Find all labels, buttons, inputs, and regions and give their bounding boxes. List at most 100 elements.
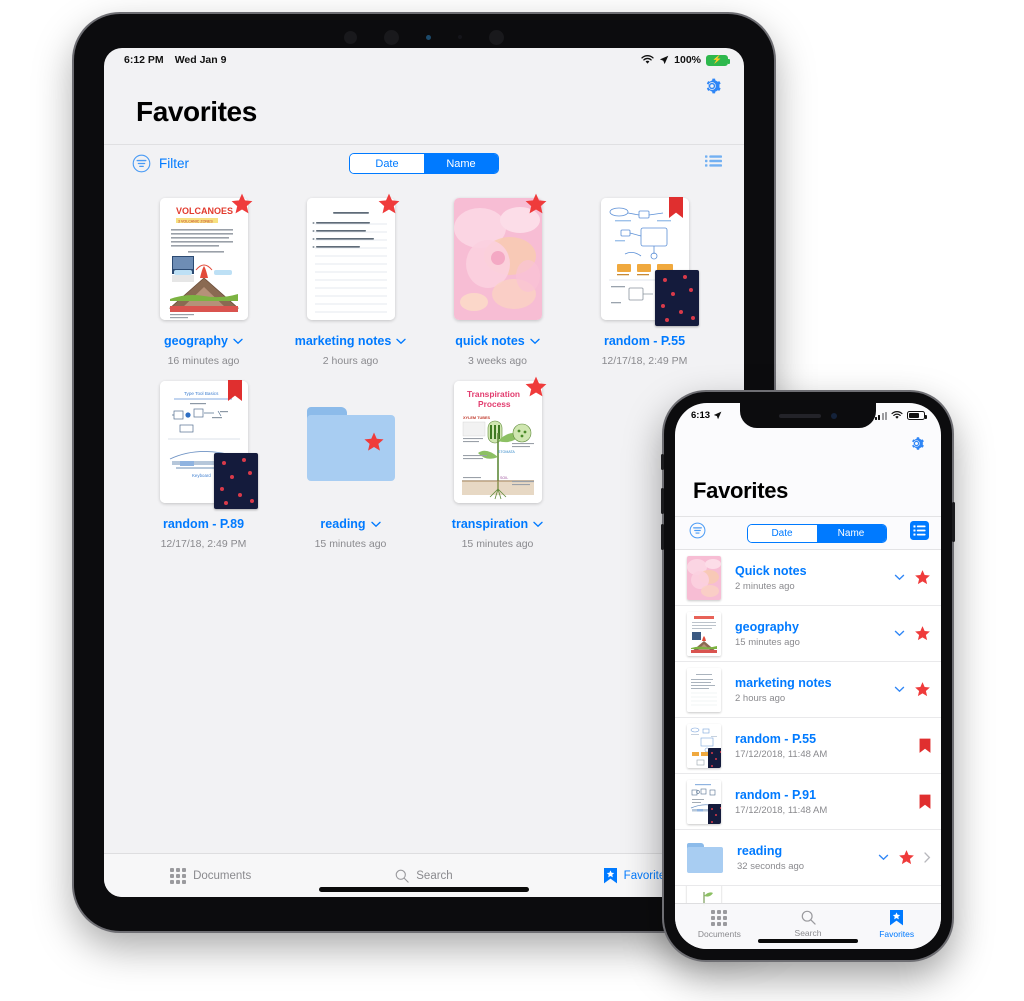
home-indicator[interactable] bbox=[319, 887, 529, 892]
list-item[interactable]: Quick notes 2 minutes ago bbox=[675, 550, 941, 606]
grid-item-name: random - P.55 bbox=[603, 334, 686, 348]
bookmark-icon bbox=[668, 197, 683, 218]
sort-segmented-control[interactable]: Date Name bbox=[746, 523, 887, 543]
tab-search[interactable]: Search bbox=[317, 869, 530, 883]
grid-item-name-row[interactable]: random - P.55 bbox=[604, 334, 685, 348]
grid-item[interactable]: Transpiration Process XYLEM TUBES STOMAT… bbox=[424, 376, 571, 550]
chevron-down-icon[interactable] bbox=[396, 338, 406, 345]
handwritten-lined-note-thumb bbox=[687, 667, 721, 712]
grid-item[interactable]: Type Tool Basics Keyboard random - P.89 … bbox=[130, 380, 277, 550]
battery-icon bbox=[907, 411, 927, 420]
favorite-star-badge[interactable] bbox=[363, 431, 385, 458]
svg-text:Process: Process bbox=[478, 399, 511, 409]
disclosure-chevron-icon[interactable] bbox=[924, 852, 931, 863]
filter-button[interactable]: Filter bbox=[132, 154, 189, 173]
battery-percent: 100% bbox=[674, 54, 701, 66]
tab-documents[interactable]: Documents bbox=[104, 867, 317, 884]
grid-item-name-row[interactable]: geography bbox=[164, 334, 243, 348]
document-thumbnail[interactable] bbox=[687, 723, 721, 768]
star-icon[interactable] bbox=[898, 849, 915, 866]
grid-item[interactable]: random - P.55 12/17/18, 2:49 PM bbox=[571, 197, 718, 367]
home-indicator[interactable] bbox=[758, 939, 858, 943]
settings-button[interactable] bbox=[908, 435, 925, 457]
grid-item[interactable]: reading 15 minutes ago bbox=[277, 381, 424, 550]
bookmark-icon[interactable] bbox=[919, 794, 931, 810]
mute-switch[interactable] bbox=[661, 454, 664, 470]
tab-documents[interactable]: Documents bbox=[675, 910, 764, 939]
chevron-down-icon[interactable] bbox=[894, 630, 905, 637]
svg-text:Type Tool Basics: Type Tool Basics bbox=[184, 391, 219, 396]
filter-button[interactable] bbox=[689, 522, 706, 544]
ipad-tab-bar: Documents Search Favorites bbox=[104, 853, 744, 897]
grid-item-date: 15 minutes ago bbox=[461, 538, 534, 550]
svg-text:SOIL: SOIL bbox=[500, 476, 508, 480]
grid-item[interactable]: VOLCANOES 3 VOLCANIC ZONES geography 16 … bbox=[130, 193, 277, 367]
grid-item-name-row[interactable]: marketing notes bbox=[295, 334, 407, 348]
grid-item-name-row[interactable]: random - P.89 bbox=[163, 517, 244, 531]
grid-item-date: 12/17/18, 2:49 PM bbox=[160, 538, 247, 550]
list-item[interactable]: geography 15 minutes ago bbox=[675, 606, 941, 662]
tab-favorites[interactable]: Favorites bbox=[852, 910, 941, 939]
list-item-name: Quick notes bbox=[735, 563, 807, 578]
favorite-star-badge[interactable] bbox=[524, 192, 548, 221]
attached-page-corner bbox=[708, 747, 721, 768]
document-thumbnail[interactable] bbox=[687, 779, 721, 824]
screenshot-stage: 6:12 PM Wed Jan 9 100% ⚡ Favorites Filte… bbox=[0, 0, 1024, 1001]
ipad-screen: 6:12 PM Wed Jan 9 100% ⚡ Favorites Filte… bbox=[104, 48, 744, 897]
tab-documents-label: Documents bbox=[697, 929, 741, 939]
favorite-star-badge[interactable] bbox=[377, 192, 401, 221]
chevron-down-icon[interactable] bbox=[233, 338, 243, 345]
list-item[interactable]: random - P.91 17/12/2018, 11:48 AM bbox=[675, 774, 941, 830]
list-item-name: random - P.55 bbox=[735, 731, 817, 746]
grid-item[interactable]: marketing notes 2 hours ago bbox=[277, 193, 424, 367]
iphone-status-bar: 6:13 bbox=[675, 403, 941, 428]
grid-item-name: random - P.89 bbox=[162, 517, 245, 531]
bookmark-badge[interactable] bbox=[227, 380, 242, 407]
folder-thumbnail[interactable] bbox=[687, 842, 723, 873]
star-icon[interactable] bbox=[914, 569, 931, 586]
star-icon[interactable] bbox=[914, 625, 931, 642]
chevron-down-icon[interactable] bbox=[370, 521, 381, 528]
star-icon[interactable] bbox=[914, 681, 931, 698]
chevron-down-icon[interactable] bbox=[878, 854, 889, 861]
tab-search[interactable]: Search bbox=[764, 910, 853, 938]
location-arrow-icon bbox=[713, 411, 722, 420]
svg-text:VOLCANOES: VOLCANOES bbox=[176, 206, 233, 216]
settings-button[interactable] bbox=[702, 76, 722, 101]
svg-text:Transpiration: Transpiration bbox=[467, 389, 520, 399]
folder-thumbnail[interactable] bbox=[306, 407, 395, 481]
grid-item-date: 15 minutes ago bbox=[314, 538, 387, 550]
star-icon bbox=[525, 193, 546, 214]
list-item[interactable]: random - P.55 17/12/2018, 11:48 AM bbox=[675, 718, 941, 774]
bookmark-icon[interactable] bbox=[919, 738, 931, 754]
tab-search-label: Search bbox=[416, 869, 453, 882]
document-thumbnail[interactable] bbox=[687, 611, 721, 656]
segment-name[interactable]: Name bbox=[424, 154, 498, 173]
volume-up-button[interactable] bbox=[661, 488, 664, 514]
gear-icon bbox=[706, 78, 721, 94]
star-icon bbox=[378, 193, 399, 214]
volume-down-button[interactable] bbox=[661, 524, 664, 550]
grid-item-name-row[interactable]: quick notes bbox=[455, 334, 540, 348]
chevron-down-icon[interactable] bbox=[894, 574, 905, 581]
list-view-button[interactable] bbox=[910, 521, 929, 545]
sort-segmented-control[interactable]: Date Name bbox=[349, 153, 499, 174]
segment-date[interactable]: Date bbox=[747, 524, 817, 542]
list-item[interactable]: reading 32 seconds ago bbox=[675, 830, 941, 886]
segment-date[interactable]: Date bbox=[350, 154, 424, 173]
favorite-star-badge[interactable] bbox=[230, 192, 254, 221]
grid-item-name-row[interactable]: transpiration bbox=[452, 517, 543, 531]
chevron-down-icon[interactable] bbox=[894, 686, 905, 693]
segment-name[interactable]: Name bbox=[816, 524, 886, 542]
bookmark-badge[interactable] bbox=[668, 197, 683, 224]
grid-item-name-row[interactable]: reading bbox=[320, 517, 381, 531]
power-button[interactable] bbox=[952, 502, 955, 542]
favorite-star-badge[interactable] bbox=[524, 375, 548, 404]
document-thumbnail[interactable] bbox=[687, 667, 721, 712]
document-thumbnail[interactable] bbox=[687, 555, 721, 600]
list-item[interactable]: marketing notes 2 hours ago bbox=[675, 662, 941, 718]
chevron-down-icon[interactable] bbox=[533, 521, 543, 528]
grid-item[interactable]: quick notes 3 weeks ago bbox=[424, 193, 571, 367]
list-view-button[interactable] bbox=[705, 154, 722, 173]
chevron-down-icon[interactable] bbox=[530, 338, 540, 345]
